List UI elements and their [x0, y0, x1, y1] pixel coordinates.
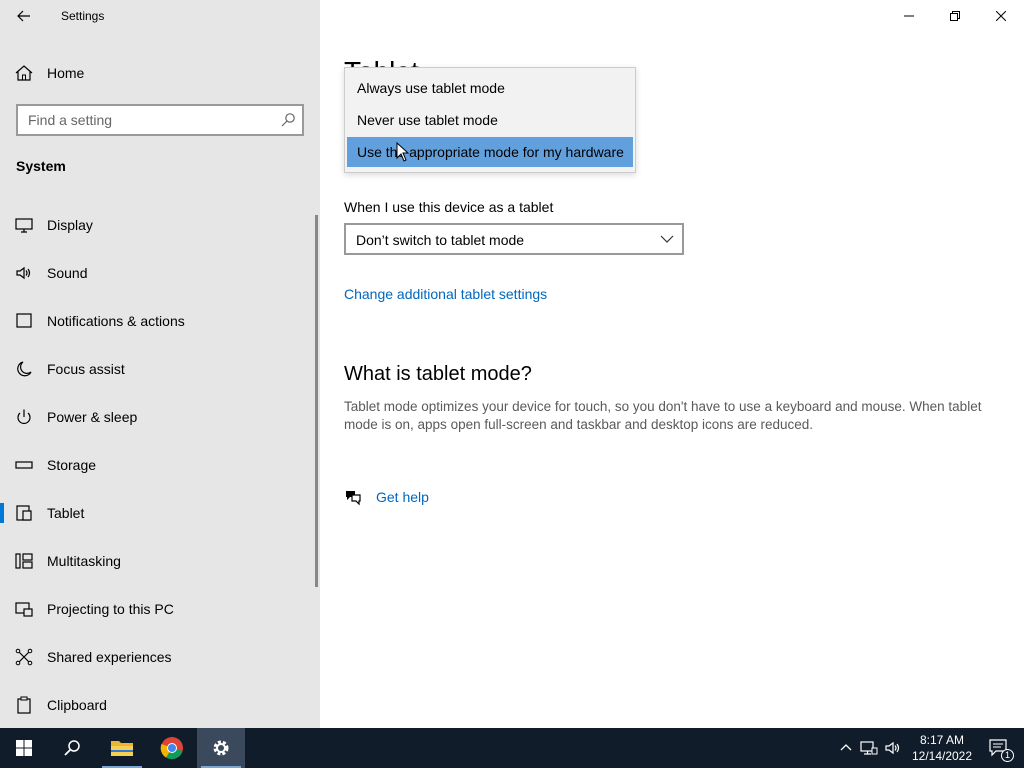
option-never-tablet[interactable]: Never use tablet mode — [347, 105, 633, 135]
action-center-button[interactable]: 1 — [988, 738, 1014, 762]
monitor-icon — [15, 218, 33, 233]
option-label: Never use tablet mode — [357, 112, 498, 128]
taskbar: 8:17 AM 12/14/2022 1 — [0, 728, 1024, 768]
sidebar-item-label: Shared experiences — [47, 649, 172, 665]
notification-icon — [16, 313, 32, 328]
windows-logo-icon — [16, 740, 32, 756]
close-button[interactable] — [978, 0, 1024, 32]
sidebar-item-display[interactable]: Display — [0, 201, 314, 249]
sidebar: Settings Home Find a setting System Disp… — [0, 0, 320, 728]
volume-icon[interactable] — [884, 740, 902, 756]
clock-time: 8:17 AM — [919, 733, 965, 747]
device-setting-label: When I use this device as a tablet — [344, 199, 554, 215]
sidebar-item-focus-assist[interactable]: Focus assist — [0, 345, 314, 393]
restore-button[interactable] — [932, 0, 978, 32]
window-controls — [886, 0, 1024, 32]
taskbar-settings[interactable] — [197, 728, 245, 768]
section-description: Tablet mode optimizes your device for to… — [344, 399, 982, 432]
search-placeholder: Find a setting — [28, 112, 113, 128]
sidebar-item-label: Clipboard — [47, 697, 107, 713]
speaker-icon — [16, 266, 31, 280]
sidebar-item-home[interactable]: Home — [0, 56, 320, 90]
sidebar-item-label: Display — [47, 217, 93, 233]
network-icon[interactable] — [860, 740, 878, 756]
taskbar-chrome[interactable] — [148, 728, 196, 768]
mouse-cursor-icon — [396, 142, 410, 162]
minimize-icon — [904, 15, 914, 17]
sidebar-item-notifications[interactable]: Notifications & actions — [0, 297, 314, 345]
sidebar-item-label: Notifications & actions — [47, 313, 185, 329]
sidebar-item-storage[interactable]: Storage — [0, 441, 314, 489]
section-heading: What is tablet mode? — [344, 363, 532, 385]
multitasking-icon — [15, 553, 33, 569]
get-help-label: Get help — [376, 489, 429, 505]
additional-settings-link[interactable]: Change additional tablet settings — [344, 286, 547, 302]
back-button[interactable] — [8, 4, 40, 28]
sidebar-scrollbar[interactable] — [315, 215, 318, 587]
search-icon — [64, 740, 80, 756]
device-mode-dropdown[interactable]: Don’t switch to tablet mode — [344, 223, 684, 255]
option-appropriate-mode[interactable]: Use the appropriate mode for my hardware — [347, 137, 633, 167]
taskbar-clock[interactable]: 8:17 AM 12/14/2022 — [908, 732, 976, 764]
clock-date: 12/14/2022 — [911, 749, 973, 763]
sidebar-nav: Display Sound Notifications & actions Fo… — [0, 201, 314, 729]
search-icon — [281, 113, 295, 127]
titlebar-left: Settings — [0, 0, 320, 32]
sidebar-item-projecting[interactable]: Projecting to this PC — [0, 585, 314, 633]
shared-icon — [15, 648, 33, 666]
option-always-tablet[interactable]: Always use tablet mode — [347, 73, 633, 103]
close-icon — [996, 11, 1006, 21]
sidebar-item-label: Power & sleep — [47, 409, 138, 425]
sidebar-item-label: Focus assist — [47, 361, 125, 377]
sidebar-item-power-sleep[interactable]: Power & sleep — [0, 393, 314, 441]
section-title: System — [16, 158, 66, 174]
option-label: Always use tablet mode — [357, 80, 505, 96]
device-mode-value: Don’t switch to tablet mode — [356, 232, 525, 248]
clipboard-icon — [17, 696, 31, 714]
sign-in-mode-dropdown-list: Always use tablet mode Never use tablet … — [344, 67, 636, 173]
sidebar-item-multitasking[interactable]: Multitasking — [0, 537, 314, 585]
gear-icon — [213, 740, 229, 756]
power-icon — [17, 409, 31, 424]
back-arrow-icon — [17, 10, 30, 22]
moon-icon — [17, 361, 32, 377]
chevron-up-icon[interactable] — [840, 742, 852, 752]
app-title: Settings — [61, 9, 105, 23]
chrome-icon — [160, 737, 183, 760]
chevron-down-icon — [660, 235, 674, 243]
sidebar-item-tablet[interactable]: Tablet — [0, 489, 314, 537]
sidebar-item-label: Storage — [47, 457, 97, 473]
restore-icon — [950, 11, 960, 21]
folder-icon — [111, 741, 133, 756]
sidebar-item-label: Tablet — [47, 505, 85, 521]
search-input[interactable]: Find a setting — [16, 104, 304, 136]
storage-icon — [15, 461, 33, 469]
get-help-link[interactable]: Get help — [344, 488, 429, 506]
sidebar-item-sound[interactable]: Sound — [0, 249, 314, 297]
active-indicator — [0, 503, 4, 523]
minimize-button[interactable] — [886, 0, 932, 32]
tablet-icon — [16, 505, 32, 521]
sidebar-item-clipboard[interactable]: Clipboard — [0, 681, 314, 729]
sidebar-item-label: Projecting to this PC — [47, 601, 174, 617]
home-icon — [15, 65, 33, 81]
taskbar-file-explorer[interactable] — [98, 728, 146, 768]
projecting-icon — [15, 602, 33, 617]
sidebar-item-shared-experiences[interactable]: Shared experiences — [0, 633, 314, 681]
taskbar-search-button[interactable] — [48, 728, 96, 768]
sidebar-item-label: Multitasking — [47, 553, 121, 569]
help-chat-icon — [346, 491, 361, 506]
home-label: Home — [47, 65, 85, 81]
notification-badge: 1 — [1001, 749, 1014, 762]
sidebar-item-label: Sound — [47, 265, 88, 281]
start-button[interactable] — [0, 728, 48, 768]
